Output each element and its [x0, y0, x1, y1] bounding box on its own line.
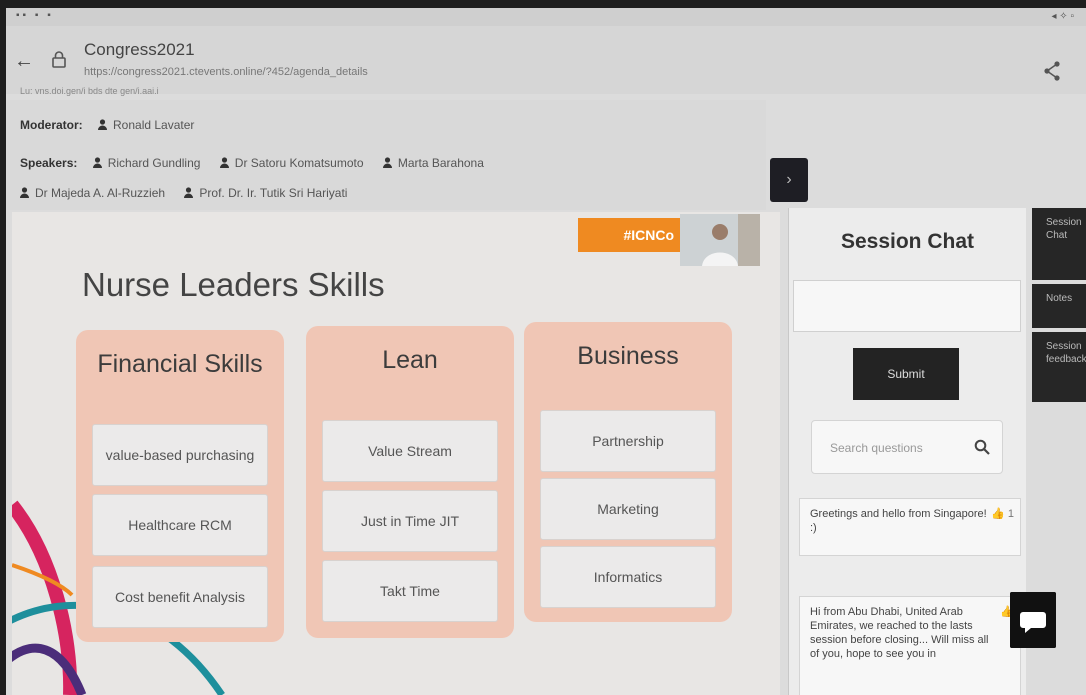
- search-questions-input[interactable]: Search questions: [811, 420, 1003, 474]
- lock-icon: [52, 51, 66, 68]
- speakers-row-2: Dr Majeda A. Al-Ruzzieh Prof. Dr. Ir. Tu…: [20, 186, 363, 200]
- session-meta: Moderator: Ronald Lavater Speakers: Rich…: [6, 100, 766, 210]
- skill-item: Informatics: [540, 546, 716, 608]
- tab-session-feedback[interactable]: Session feedback: [1032, 332, 1086, 402]
- hashtag-badge: #ICNCo: [578, 218, 682, 252]
- skill-card-business: Business Partnership Marketing Informati…: [524, 322, 732, 622]
- collapse-panel-button[interactable]: ›: [770, 158, 808, 202]
- skill-card-heading: Financial Skills: [97, 350, 263, 378]
- slide-title: Nurse Leaders Skills: [82, 266, 385, 303]
- chat-message: Hi from Abu Dhabi, United Arab Emirates,…: [799, 596, 1021, 695]
- tab-notes[interactable]: Notes: [1032, 284, 1086, 328]
- device-screen: ▪▪ ▪ ▪ ◂ ✧ ▫ ← Congress2021 https://cong…: [6, 8, 1086, 695]
- speaker-name[interactable]: Dr Satoru Komatsumoto: [219, 156, 364, 170]
- share-icon[interactable]: [1042, 60, 1062, 82]
- skill-item: Healthcare RCM: [92, 494, 268, 556]
- skill-card-financial: Financial Skills value-based purchasing …: [76, 330, 284, 642]
- chat-bubble-icon[interactable]: [1010, 592, 1056, 648]
- moderator-name[interactable]: Ronald Lavater: [98, 118, 194, 132]
- browser-bar: ← Congress2021 https://congress2021.ctev…: [6, 26, 1086, 96]
- chat-message-input[interactable]: [793, 280, 1021, 332]
- speaker-video-thumbnail[interactable]: [680, 214, 760, 266]
- moderator-row: Moderator: Ronald Lavater: [20, 118, 210, 132]
- address-url[interactable]: https://congress2021.ctevents.online/?45…: [84, 66, 368, 78]
- person-icon: [184, 187, 194, 198]
- tab-session-chat[interactable]: Session Chat: [1032, 208, 1086, 280]
- submit-button[interactable]: Submit: [853, 348, 959, 400]
- skill-item: value-based purchasing: [92, 424, 268, 486]
- speaker-name[interactable]: Marta Barahona: [382, 156, 484, 170]
- search-icon[interactable]: [974, 439, 990, 455]
- chat-message-text: Greetings and hello from Singapore! :): [810, 508, 987, 534]
- person-icon: [20, 187, 29, 198]
- sub-url: Lu: vns.doi.gen/i bds dte gen/i.aai.i: [20, 86, 159, 96]
- chat-message: Greetings and hello from Singapore! :) 👍…: [799, 498, 1021, 556]
- skill-item: Cost benefit Analysis: [92, 566, 268, 628]
- chat-title: Session Chat: [840, 230, 975, 253]
- speaker-name[interactable]: Prof. Dr. Ir. Tutik Sri Hariyati: [184, 186, 347, 200]
- session-chat-panel: Session Chat Submit Search questions Gre…: [788, 208, 1026, 695]
- status-bar: ▪▪ ▪ ▪ ◂ ✧ ▫: [6, 8, 1086, 26]
- skill-item: Just in Time JIT: [322, 490, 498, 552]
- skill-item: Takt Time: [322, 560, 498, 622]
- site-title: Congress2021: [84, 40, 195, 59]
- status-icons-left: ▪▪ ▪ ▪: [16, 10, 54, 21]
- speaker-name[interactable]: Richard Gundling: [92, 156, 200, 170]
- skill-item: Marketing: [540, 478, 716, 540]
- skill-card-heading: Business: [577, 342, 679, 370]
- back-arrow-icon[interactable]: ←: [14, 50, 34, 73]
- person-icon: [98, 119, 108, 130]
- skill-item: Value Stream: [322, 420, 498, 482]
- person-icon: [92, 157, 102, 168]
- skill-card-lean: Lean Value Stream Just in Time JIT Takt …: [306, 326, 514, 638]
- speakers-label: Speakers:: [20, 156, 78, 170]
- person-icon: [382, 157, 392, 168]
- skill-item: Partnership: [540, 410, 716, 472]
- skill-card-heading: Lean: [382, 346, 438, 374]
- chat-message-text: Hi from Abu Dhabi, United Arab Emirates,…: [810, 606, 989, 660]
- speaker-name[interactable]: Dr Majeda A. Al-Ruzzieh: [20, 186, 165, 200]
- like-icon[interactable]: 👍 1: [991, 507, 1014, 521]
- presentation-slide: #ICNCo Nurse Leaders Skills Financial Sk…: [12, 212, 780, 695]
- status-icons-right: ◂ ✧ ▫: [1051, 11, 1075, 22]
- moderator-label: Moderator:: [20, 118, 83, 132]
- search-placeholder: Search questions: [830, 441, 923, 455]
- person-icon: [219, 157, 229, 168]
- speakers-row-1: Speakers: Richard Gundling Dr Satoru Kom…: [20, 156, 500, 170]
